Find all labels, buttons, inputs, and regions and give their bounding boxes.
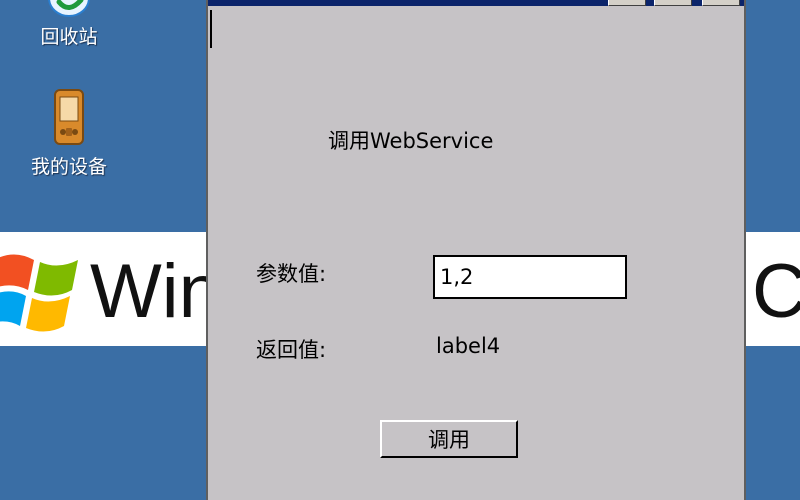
close-button[interactable] — [702, 0, 740, 6]
desktop-icon-recycle-bin[interactable]: 回收站 — [14, 0, 124, 49]
text-cursor-mark — [210, 10, 212, 48]
form-title: 调用WebService — [328, 129, 494, 153]
recycle-bin-icon — [48, 0, 90, 17]
desktop-icon-label: 我的设备 — [30, 156, 107, 178]
minimize-button[interactable] — [608, 0, 646, 6]
banner-text-left: Win — [90, 249, 221, 334]
pda-device-icon — [54, 89, 84, 145]
invoke-button[interactable]: 调用 — [380, 420, 518, 458]
desktop-icon-label: 回收站 — [40, 26, 98, 48]
param-input[interactable] — [433, 255, 627, 299]
desktop-icon-my-device[interactable]: 我的设备 — [14, 88, 124, 179]
emulator-window: 调用WebService 参数值: 返回值: label4 调用 — [206, 0, 746, 500]
banner-text-right: C — [752, 249, 800, 334]
return-value: label4 — [436, 334, 501, 358]
param-label: 参数值: — [256, 262, 327, 286]
maximize-button[interactable] — [654, 0, 692, 6]
return-label: 返回值: — [256, 338, 327, 362]
windows-flag-logo — [0, 254, 78, 332]
